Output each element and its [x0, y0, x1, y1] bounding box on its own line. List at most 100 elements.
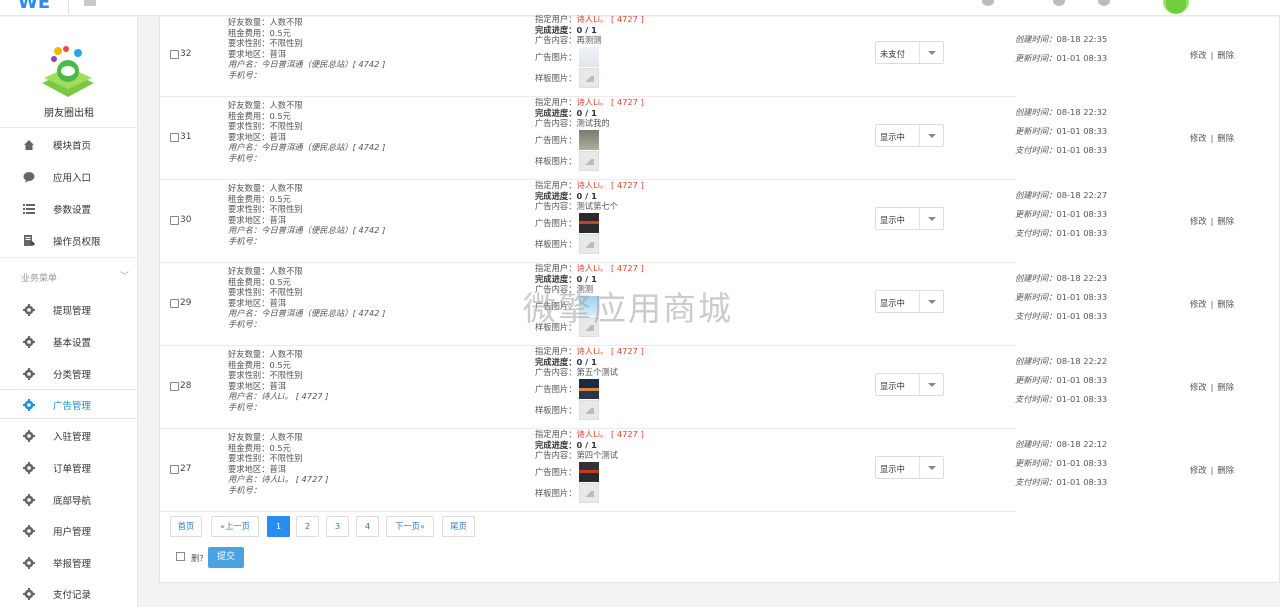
edit-link[interactable]: 修改: [1190, 50, 1207, 60]
row-checkbox[interactable]: [170, 465, 179, 474]
user-icon[interactable]: [1098, 0, 1110, 6]
app-logo[interactable]: WE: [18, 0, 52, 13]
assigned-user-value[interactable]: 诗人Li。 [ 4727 ]: [577, 14, 644, 24]
ad-image-thumbnail[interactable]: [578, 46, 599, 67]
ad-image-thumbnail[interactable]: [578, 212, 599, 233]
page-4[interactable]: 4: [356, 516, 379, 537]
table-row: 31 好友数量：人数不限 租金费用：0.5元 要求性别：不限性别 要求地区：普洱 用户名：…: [160, 97, 1234, 180]
sidebar-item-params[interactable]: 参数设置: [0, 194, 138, 224]
row-checkbox[interactable]: [170, 382, 179, 391]
phone: 手机号：: [228, 152, 262, 163]
page-1[interactable]: 1: [267, 516, 290, 537]
row-checkbox[interactable]: [170, 299, 179, 308]
delete-link[interactable]: 删除: [1217, 465, 1234, 475]
avatar[interactable]: [1163, 0, 1189, 14]
status-select[interactable]: 未支付: [875, 41, 944, 64]
sidebar-item-payments[interactable]: 支付记录: [0, 579, 138, 607]
sidebar-item-withdraw[interactable]: 提现管理: [0, 295, 138, 325]
page-2[interactable]: 2: [296, 516, 319, 537]
chevron-down-icon[interactable]: ﹀: [120, 269, 129, 282]
status-select[interactable]: 显示中: [875, 207, 944, 230]
image-placeholder-icon[interactable]: [578, 482, 599, 503]
image-placeholder-icon[interactable]: [578, 233, 599, 254]
edit-link[interactable]: 修改: [1190, 382, 1207, 392]
progress: 完成进度：0 / 1: [535, 439, 597, 450]
status-select[interactable]: 显示中: [875, 456, 944, 479]
delete-link[interactable]: 删除: [1217, 133, 1234, 143]
ad-image-thumbnail[interactable]: [578, 461, 599, 482]
image-placeholder-icon[interactable]: [578, 399, 599, 420]
image-placeholder-icon[interactable]: [578, 150, 599, 171]
row-checkbox[interactable]: [170, 216, 179, 225]
home-icon: [24, 140, 34, 150]
sidebar-item-bottom-nav[interactable]: 底部导航: [0, 485, 138, 515]
status-value: 显示中: [880, 215, 905, 225]
sidebar-item-users[interactable]: 用户管理: [0, 516, 138, 546]
delete-link[interactable]: 删除: [1217, 382, 1234, 392]
notification-icon[interactable]: [982, 0, 994, 6]
sidebar-item-operator-permissions[interactable]: 操作员权限: [0, 226, 138, 256]
assigned-user-value[interactable]: 诗人Li。 [ 4727 ]: [577, 429, 644, 439]
edit-link[interactable]: 修改: [1190, 133, 1207, 143]
bulk-delete-checkbox[interactable]: [176, 552, 185, 561]
region-requirement: 要求地区：普洱: [228, 214, 287, 225]
sample-image-label: 样板图片：: [535, 238, 577, 249]
ad-info: 指定用户：诗人Li。 [ 4727 ] 完成进度：0 / 1 广告内容：第四个测试广…: [535, 429, 835, 504]
friends-count: 好友数量：人数不限: [228, 349, 303, 359]
image-placeholder-icon[interactable]: [578, 67, 599, 88]
brand-name: 朋友圈出租: [44, 108, 94, 119]
assigned-user-value[interactable]: 诗人Li。 [ 4727 ]: [577, 97, 644, 107]
page-first[interactable]: 首页: [170, 516, 202, 537]
edit-link[interactable]: 修改: [1190, 299, 1207, 309]
home-icon[interactable]: [84, 0, 96, 6]
message-icon[interactable]: [1053, 0, 1065, 6]
ad-image-thumbnail[interactable]: [578, 129, 599, 150]
friends-count: 好友数量：人数不限: [228, 100, 303, 110]
delete-link[interactable]: 删除: [1217, 216, 1234, 226]
page-prev[interactable]: «上一页: [211, 516, 259, 537]
page-last[interactable]: 尾页: [442, 516, 475, 537]
sidebar-item-reports[interactable]: 举报管理: [0, 548, 138, 578]
row-checkbox[interactable]: [170, 50, 179, 59]
sidebar-item-app-entry[interactable]: 应用入口: [0, 162, 138, 192]
status-value: 显示中: [880, 132, 905, 142]
sidebar-item-label: 模块首页: [53, 141, 92, 152]
sidebar-item-settle-in[interactable]: 入驻管理: [0, 421, 138, 451]
sidebar-item-category[interactable]: 分类管理: [0, 359, 138, 389]
sidebar-item-basic-settings[interactable]: 基本设置: [0, 327, 138, 357]
status-select[interactable]: 显示中: [875, 290, 944, 313]
status-select[interactable]: 显示中: [875, 124, 944, 147]
chevron-down-icon: [919, 42, 943, 63]
sidebar-item-module-home[interactable]: 模块首页: [0, 130, 138, 160]
assigned-user-value[interactable]: 诗人Li。 [ 4727 ]: [577, 180, 644, 190]
sample-image-row: 样板图片：: [535, 399, 835, 420]
page-next[interactable]: 下一页»: [386, 516, 434, 537]
sidebar-item-orders[interactable]: 订单管理: [0, 453, 138, 483]
sidebar-item-label: 应用入口: [53, 173, 92, 184]
rent-price: 租金费用：0.5元: [228, 442, 291, 453]
sidebar-item-ads[interactable]: 广告管理: [0, 390, 138, 420]
assigned-user-value[interactable]: 诗人Li。 [ 4727 ]: [577, 263, 644, 273]
table-row: 32 好友数量：人数不限 租金费用：0.5元 要求性别：不限性别 要求地区：普洱 用户名：…: [160, 14, 1234, 97]
sidebar-item-label: 底部导航: [53, 496, 92, 507]
row-checkbox[interactable]: [170, 133, 179, 142]
page-3[interactable]: 3: [326, 516, 349, 537]
sidebar-item-label: 支付记录: [53, 590, 92, 601]
edit-link[interactable]: 修改: [1190, 465, 1207, 475]
ad-image-thumbnail[interactable]: [578, 295, 599, 316]
delete-link[interactable]: 删除: [1217, 50, 1234, 60]
delete-link[interactable]: 删除: [1217, 299, 1234, 309]
rent-info: 好友数量：人数不限 租金费用：0.5元 要求性别：不限性别 要求地区：普洱 用户名：今日…: [228, 100, 528, 164]
ad-image-thumbnail[interactable]: [578, 378, 599, 399]
updated-label: 更新时间：: [1015, 375, 1057, 385]
status-select[interactable]: 显示中: [875, 373, 944, 396]
list-icon: [23, 204, 35, 214]
gear-icon: [23, 336, 35, 348]
submit-button[interactable]: 提交: [208, 547, 244, 568]
edit-link[interactable]: 修改: [1190, 216, 1207, 226]
paid-label: 支付时间：: [1015, 145, 1057, 155]
updated-time: 更新时间：01-01 08:33: [1015, 292, 1108, 302]
image-placeholder-icon[interactable]: [578, 316, 599, 337]
gender-requirement: 要求性别：不限性别: [228, 287, 303, 298]
assigned-user-value[interactable]: 诗人Li。 [ 4727 ]: [577, 346, 644, 356]
